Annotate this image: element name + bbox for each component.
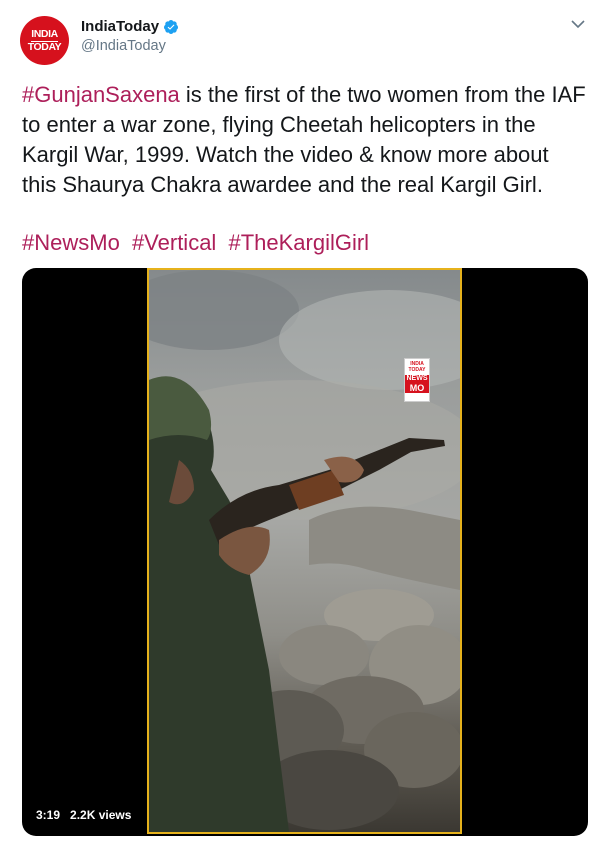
hashtag-link[interactable]: #GunjanSaxena: [22, 82, 180, 107]
watermark-mo-text: MO: [405, 383, 429, 393]
watermark-top-text: INDIA TODAY: [408, 361, 426, 373]
newsmo-watermark: INDIA TODAY NEWS MO: [404, 358, 430, 402]
display-name[interactable]: IndiaToday: [81, 18, 159, 35]
avatar-text-2: TODAY: [27, 40, 62, 53]
chevron-down-icon[interactable]: [570, 18, 586, 30]
video-frame: INDIA TODAY NEWS MO: [147, 268, 462, 834]
name-row: IndiaToday: [81, 18, 179, 35]
hashtag-link[interactable]: #TheKargilGirl: [228, 230, 369, 255]
verified-badge-icon: [164, 19, 179, 34]
video-duration: 3:19: [36, 808, 61, 822]
video-views: 2.2K views: [70, 808, 132, 822]
tweet-text: #GunjanSaxena is the first of the two wo…: [22, 80, 587, 200]
tweet-header: INDIA TODAY IndiaToday @IndiaToday: [0, 0, 601, 70]
avatar[interactable]: INDIA TODAY: [20, 16, 69, 65]
hashtag-link[interactable]: #NewsMo: [22, 230, 120, 255]
hashtag-link[interactable]: #Vertical: [132, 230, 216, 255]
account-handle[interactable]: @IndiaToday: [81, 38, 166, 54]
soldier-scene-image: [149, 270, 460, 832]
hashtag-row: #NewsMo #Vertical #TheKargilGirl: [22, 228, 375, 258]
watermark-news-text: NEWS: [405, 375, 429, 383]
video-meta: 3:19 2.2K views: [36, 808, 131, 822]
video-player[interactable]: INDIA TODAY NEWS MO 3:19 2.2K views: [22, 268, 588, 836]
avatar-text-1: INDIA: [31, 27, 58, 42]
